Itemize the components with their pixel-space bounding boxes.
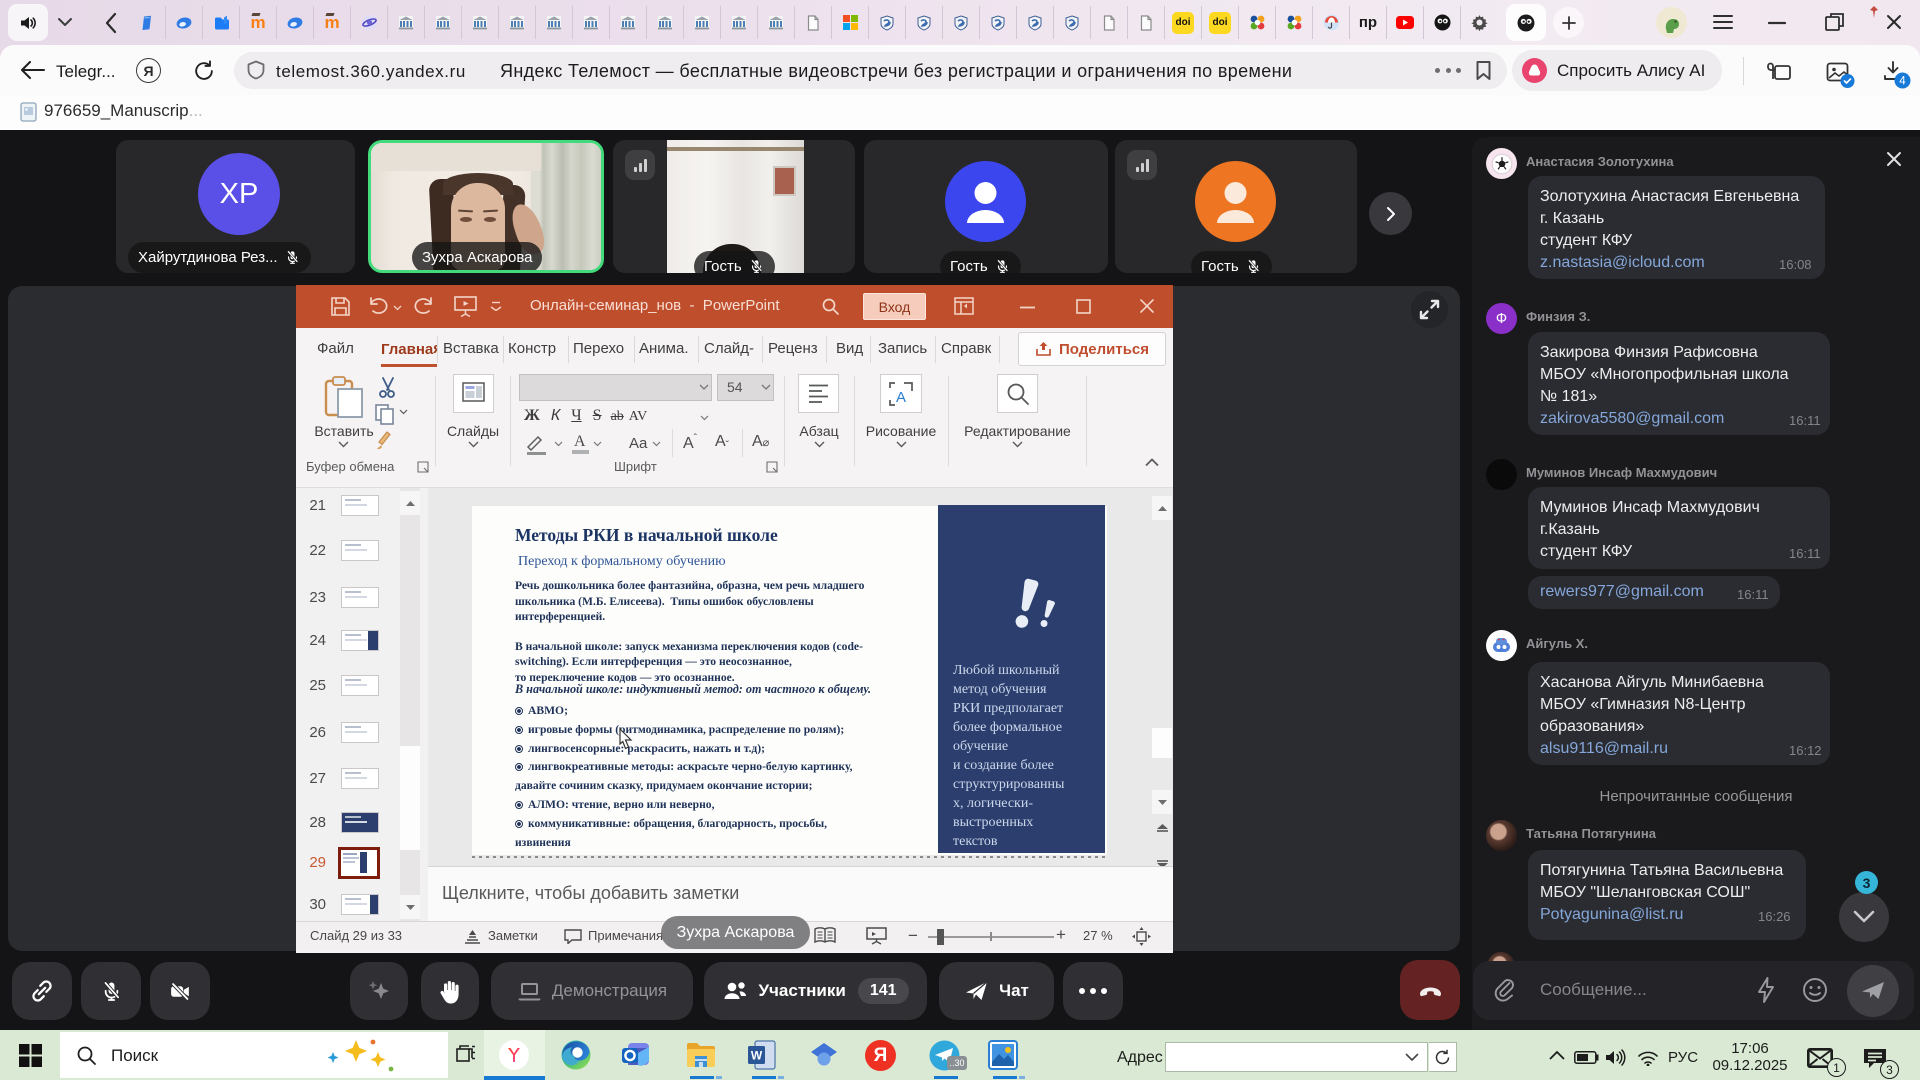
svg-text:W: W	[751, 1049, 763, 1063]
